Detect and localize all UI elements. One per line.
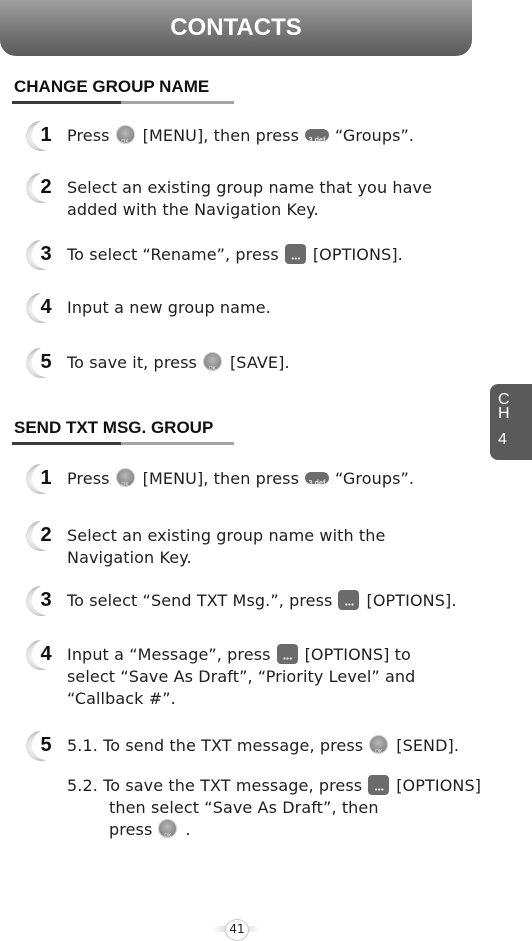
- substep-5-2-line: then select “Save As Draft”, then: [109, 798, 379, 817]
- step-number-badge: 1: [26, 120, 60, 155]
- page-number: 41: [213, 919, 259, 941]
- ok-key-icon: [115, 468, 135, 496]
- step-text: Select an existing group name with the Na…: [67, 526, 386, 567]
- step-number-badge: 4: [26, 639, 60, 674]
- step-number-badge: 5: [26, 730, 60, 765]
- chapter-tab-letter: H: [498, 405, 510, 422]
- key-3-def-icon: [305, 129, 330, 152]
- step-text: Press[MENU], then press“Groups”.: [67, 125, 414, 153]
- section-title-send-txt-msg-group: SEND TXT MSG. GROUP: [14, 418, 214, 437]
- section-underline: [12, 442, 234, 445]
- step-number-badge: 2: [26, 172, 60, 207]
- section-title-change-group-name: CHANGE GROUP NAME: [14, 77, 210, 96]
- substep-5-1: 5.1. To send the TXT message, press[SEND…: [67, 735, 481, 763]
- step-number-badge: 1: [26, 463, 60, 498]
- ok-key-icon: [115, 125, 135, 153]
- step-text: To select “Send TXT Msg.”, press[OPTIONS…: [67, 590, 457, 616]
- options-key-icon: [368, 775, 390, 801]
- step-text: Select an existing group name that you h…: [67, 178, 433, 219]
- step-number-badge: 2: [26, 520, 60, 555]
- header-title: CONTACTS: [170, 14, 302, 41]
- step-number-badge: 3: [26, 239, 60, 274]
- step-text: 5.1. To send the TXT message, press[SEND…: [67, 735, 481, 847]
- step-number-badge: 5: [26, 347, 60, 382]
- chapter-tab: C H 4: [490, 384, 532, 460]
- options-key-icon: [284, 244, 306, 270]
- key-3-def-icon: [305, 472, 330, 495]
- step-text: Input a new group name.: [67, 298, 271, 317]
- substep-5-2-line: press.: [67, 819, 481, 847]
- section-underline: [12, 101, 234, 104]
- chapter-header: CONTACTS: [0, 0, 472, 56]
- step-text: To save it, press[SAVE].: [67, 352, 290, 380]
- substep-5-2: 5.2. To save the TXT message, press[OPTI…: [67, 775, 481, 801]
- step-number-badge: 3: [26, 585, 60, 620]
- ok-key-icon: [202, 352, 222, 380]
- step-number-badge: 4: [26, 292, 60, 327]
- chapter-tab-number: 4: [498, 431, 507, 448]
- ok-key-icon: [369, 735, 389, 763]
- options-key-icon: [276, 644, 298, 670]
- ok-key-icon: [158, 819, 178, 847]
- step-text: To select “Rename”, press[OPTIONS].: [67, 244, 403, 270]
- step-text: Press[MENU], then press“Groups”.: [67, 468, 414, 496]
- options-key-icon: [338, 590, 360, 616]
- step-text: Input a “Message”, press[OPTIONS] tosele…: [67, 644, 415, 710]
- page-number-text: 41: [229, 922, 245, 936]
